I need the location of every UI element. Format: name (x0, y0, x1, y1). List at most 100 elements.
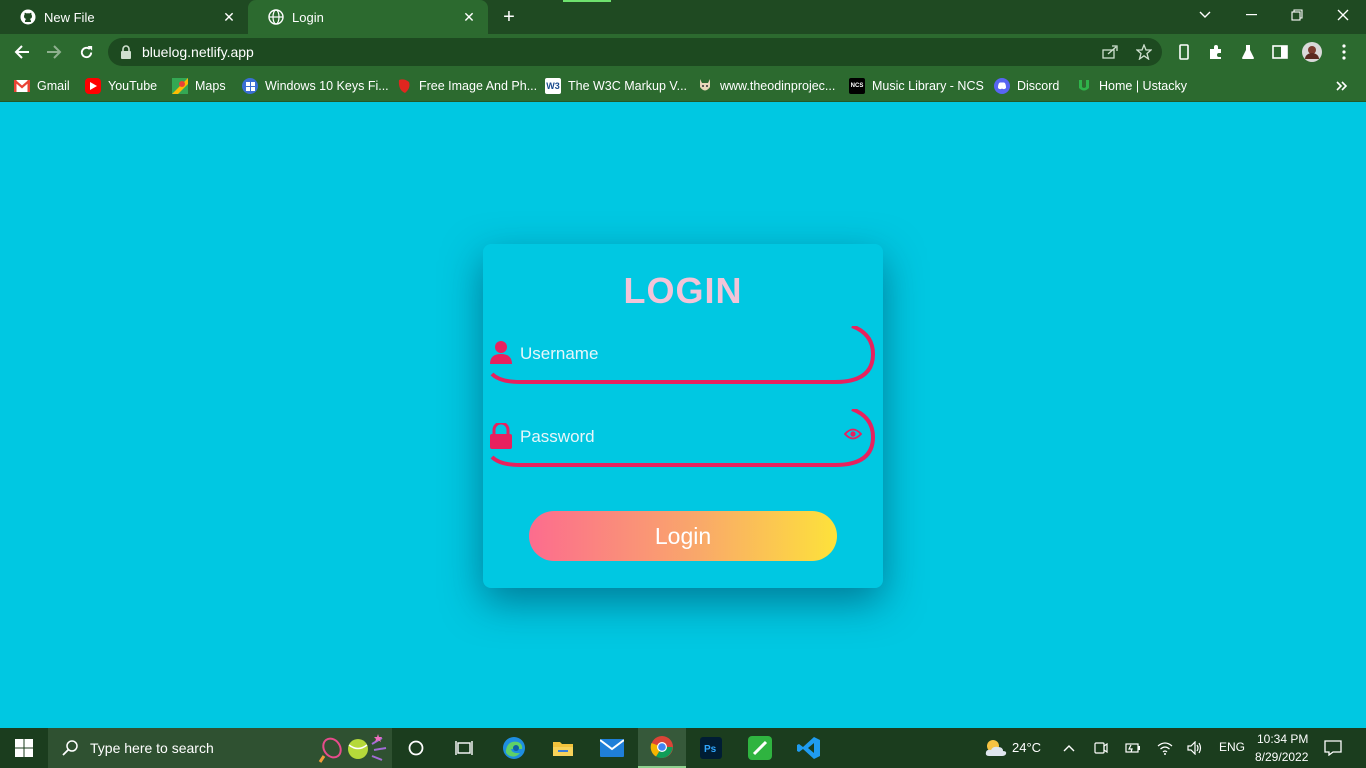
bookmark-label: YouTube (108, 79, 158, 93)
svg-text:Ps: Ps (704, 744, 717, 755)
free-image-icon (396, 78, 412, 94)
gmail-icon (14, 78, 30, 94)
photoshop-icon[interactable]: Ps (687, 728, 735, 768)
bookmark-w3c[interactable]: W3 The W3C Markup V... (545, 76, 687, 96)
bookmark-discord[interactable]: Discord (994, 76, 1059, 96)
device-icon[interactable] (1170, 38, 1198, 66)
bookmark-label: Discord (1017, 79, 1060, 93)
tab-title: Login (292, 9, 324, 25)
bookmark-gmail[interactable]: Gmail (14, 76, 70, 96)
edge-browser-icon[interactable] (490, 728, 538, 768)
chrome-taskbar-icon[interactable] (638, 728, 686, 768)
username-field[interactable]: Username (490, 326, 876, 384)
odin-icon (697, 78, 713, 94)
clock-date[interactable]: 8/29/2022 (1255, 750, 1308, 764)
battery-icon[interactable] (1120, 728, 1146, 768)
password-field[interactable]: Password (490, 409, 876, 467)
url-text: bluelog.netlify.app (142, 44, 254, 60)
login-title: LOGIN (623, 270, 743, 311)
bookmark-label: The W3C Markup V... (568, 79, 688, 93)
bookmark-odin[interactable]: www.theodinprojec... (697, 76, 835, 96)
weather-temperature[interactable]: 24°C (1012, 740, 1041, 755)
profile-avatar[interactable] (1298, 38, 1326, 66)
tab-search-chevron-icon[interactable] (1182, 0, 1228, 30)
notifications-icon[interactable] (1318, 728, 1348, 768)
wifi-icon[interactable] (1152, 728, 1178, 768)
search-highlight-tennis-icon (318, 732, 388, 768)
bookmark-label: Free Image And Ph... (419, 79, 538, 93)
globe-icon (268, 9, 284, 25)
login-card: LOGIN Username Password Login (483, 244, 883, 588)
w3c-icon: W3 (545, 78, 561, 94)
clock-time[interactable]: 10:34 PM (1257, 732, 1308, 746)
github-icon (20, 9, 36, 25)
ncs-icon: NCS (849, 78, 865, 94)
show-password-eye-icon[interactable] (843, 427, 863, 441)
bookmark-label: Windows 10 Keys Fi... (265, 79, 389, 93)
close-tab-icon[interactable]: ✕ (220, 8, 238, 26)
browser-toolbar: bluelog.netlify.app (0, 34, 1366, 70)
youtube-icon (85, 78, 101, 94)
input-language[interactable]: ENG (1219, 740, 1245, 754)
bookmark-label: Gmail (37, 79, 70, 93)
tab-strip-indicator (563, 0, 611, 2)
close-window-icon[interactable] (1320, 0, 1366, 30)
bookmark-label: Maps (195, 79, 226, 93)
page-viewport: LOGIN Username Password Login (0, 102, 1366, 728)
restore-window-icon[interactable] (1274, 0, 1320, 30)
windows-start-icon[interactable] (0, 728, 48, 768)
back-arrow-icon[interactable] (8, 38, 36, 66)
address-bar[interactable]: bluelog.netlify.app (108, 38, 1162, 66)
task-view-icon[interactable] (440, 728, 488, 768)
minimize-window-icon[interactable] (1228, 0, 1274, 30)
bookmark-label: www.theodinprojec... (720, 79, 836, 93)
windows-keys-icon (242, 78, 258, 94)
bookmark-ncs[interactable]: NCS Music Library - NCS (849, 76, 984, 96)
user-icon (490, 340, 514, 366)
search-placeholder: Type here to search (90, 740, 214, 756)
search-icon (62, 740, 78, 756)
ustacky-icon (1076, 78, 1092, 94)
file-explorer-icon[interactable] (539, 728, 587, 768)
bookmark-free-image[interactable]: Free Image And Ph... (396, 76, 537, 96)
mail-icon[interactable] (588, 728, 636, 768)
green-app-icon[interactable] (736, 728, 784, 768)
windows-taskbar: Type here to search Ps 24°C ENG 10:34 PM… (0, 728, 1366, 768)
tab-new-file[interactable]: New File ✕ (0, 0, 248, 34)
new-tab-button[interactable]: + (498, 6, 520, 28)
bookmark-youtube[interactable]: YouTube (85, 76, 157, 96)
login-button[interactable]: Login (529, 511, 837, 561)
tab-title: New File (44, 9, 95, 25)
lock-icon (490, 421, 514, 449)
bookmark-windows-keys[interactable]: Windows 10 Keys Fi... (242, 76, 389, 96)
bookmark-label: Home | Ustacky (1099, 79, 1187, 93)
star-bookmark-icon[interactable] (1132, 42, 1156, 62)
weather-cloud-icon[interactable] (980, 728, 1012, 768)
bookmark-label: Music Library - NCS (872, 79, 984, 93)
share-icon[interactable] (1098, 42, 1122, 62)
volume-speaker-icon[interactable] (1182, 728, 1208, 768)
bookmark-maps[interactable]: Maps (172, 76, 226, 96)
tab-login[interactable]: Login ✕ (248, 0, 488, 34)
password-input[interactable]: Password (520, 427, 595, 447)
bookmarks-bar: Gmail YouTube Maps Windows 10 Keys Fi...… (0, 70, 1366, 102)
browser-tab-strip: New File ✕ Login ✕ + (0, 0, 1366, 34)
lock-icon (120, 45, 132, 59)
meet-now-icon[interactable] (1088, 728, 1114, 768)
more-bookmarks-chevron-icon[interactable] (1336, 76, 1348, 96)
extensions-puzzle-icon[interactable] (1202, 38, 1230, 66)
username-input[interactable]: Username (520, 344, 598, 364)
maps-icon (172, 78, 188, 94)
cortana-circle-icon[interactable] (392, 728, 440, 768)
bookmark-ustacky[interactable]: Home | Ustacky (1076, 76, 1187, 96)
forward-arrow-icon[interactable] (40, 38, 68, 66)
menu-kebab-icon[interactable] (1330, 38, 1358, 66)
discord-icon (994, 78, 1010, 94)
labs-flask-icon[interactable] (1234, 38, 1262, 66)
tray-chevron-up-icon[interactable] (1056, 728, 1082, 768)
side-panel-icon[interactable] (1266, 38, 1294, 66)
close-tab-icon[interactable]: ✕ (460, 8, 478, 26)
reload-icon[interactable] (72, 38, 100, 66)
taskbar-search-box[interactable]: Type here to search (48, 728, 392, 768)
vscode-icon[interactable] (785, 728, 833, 768)
